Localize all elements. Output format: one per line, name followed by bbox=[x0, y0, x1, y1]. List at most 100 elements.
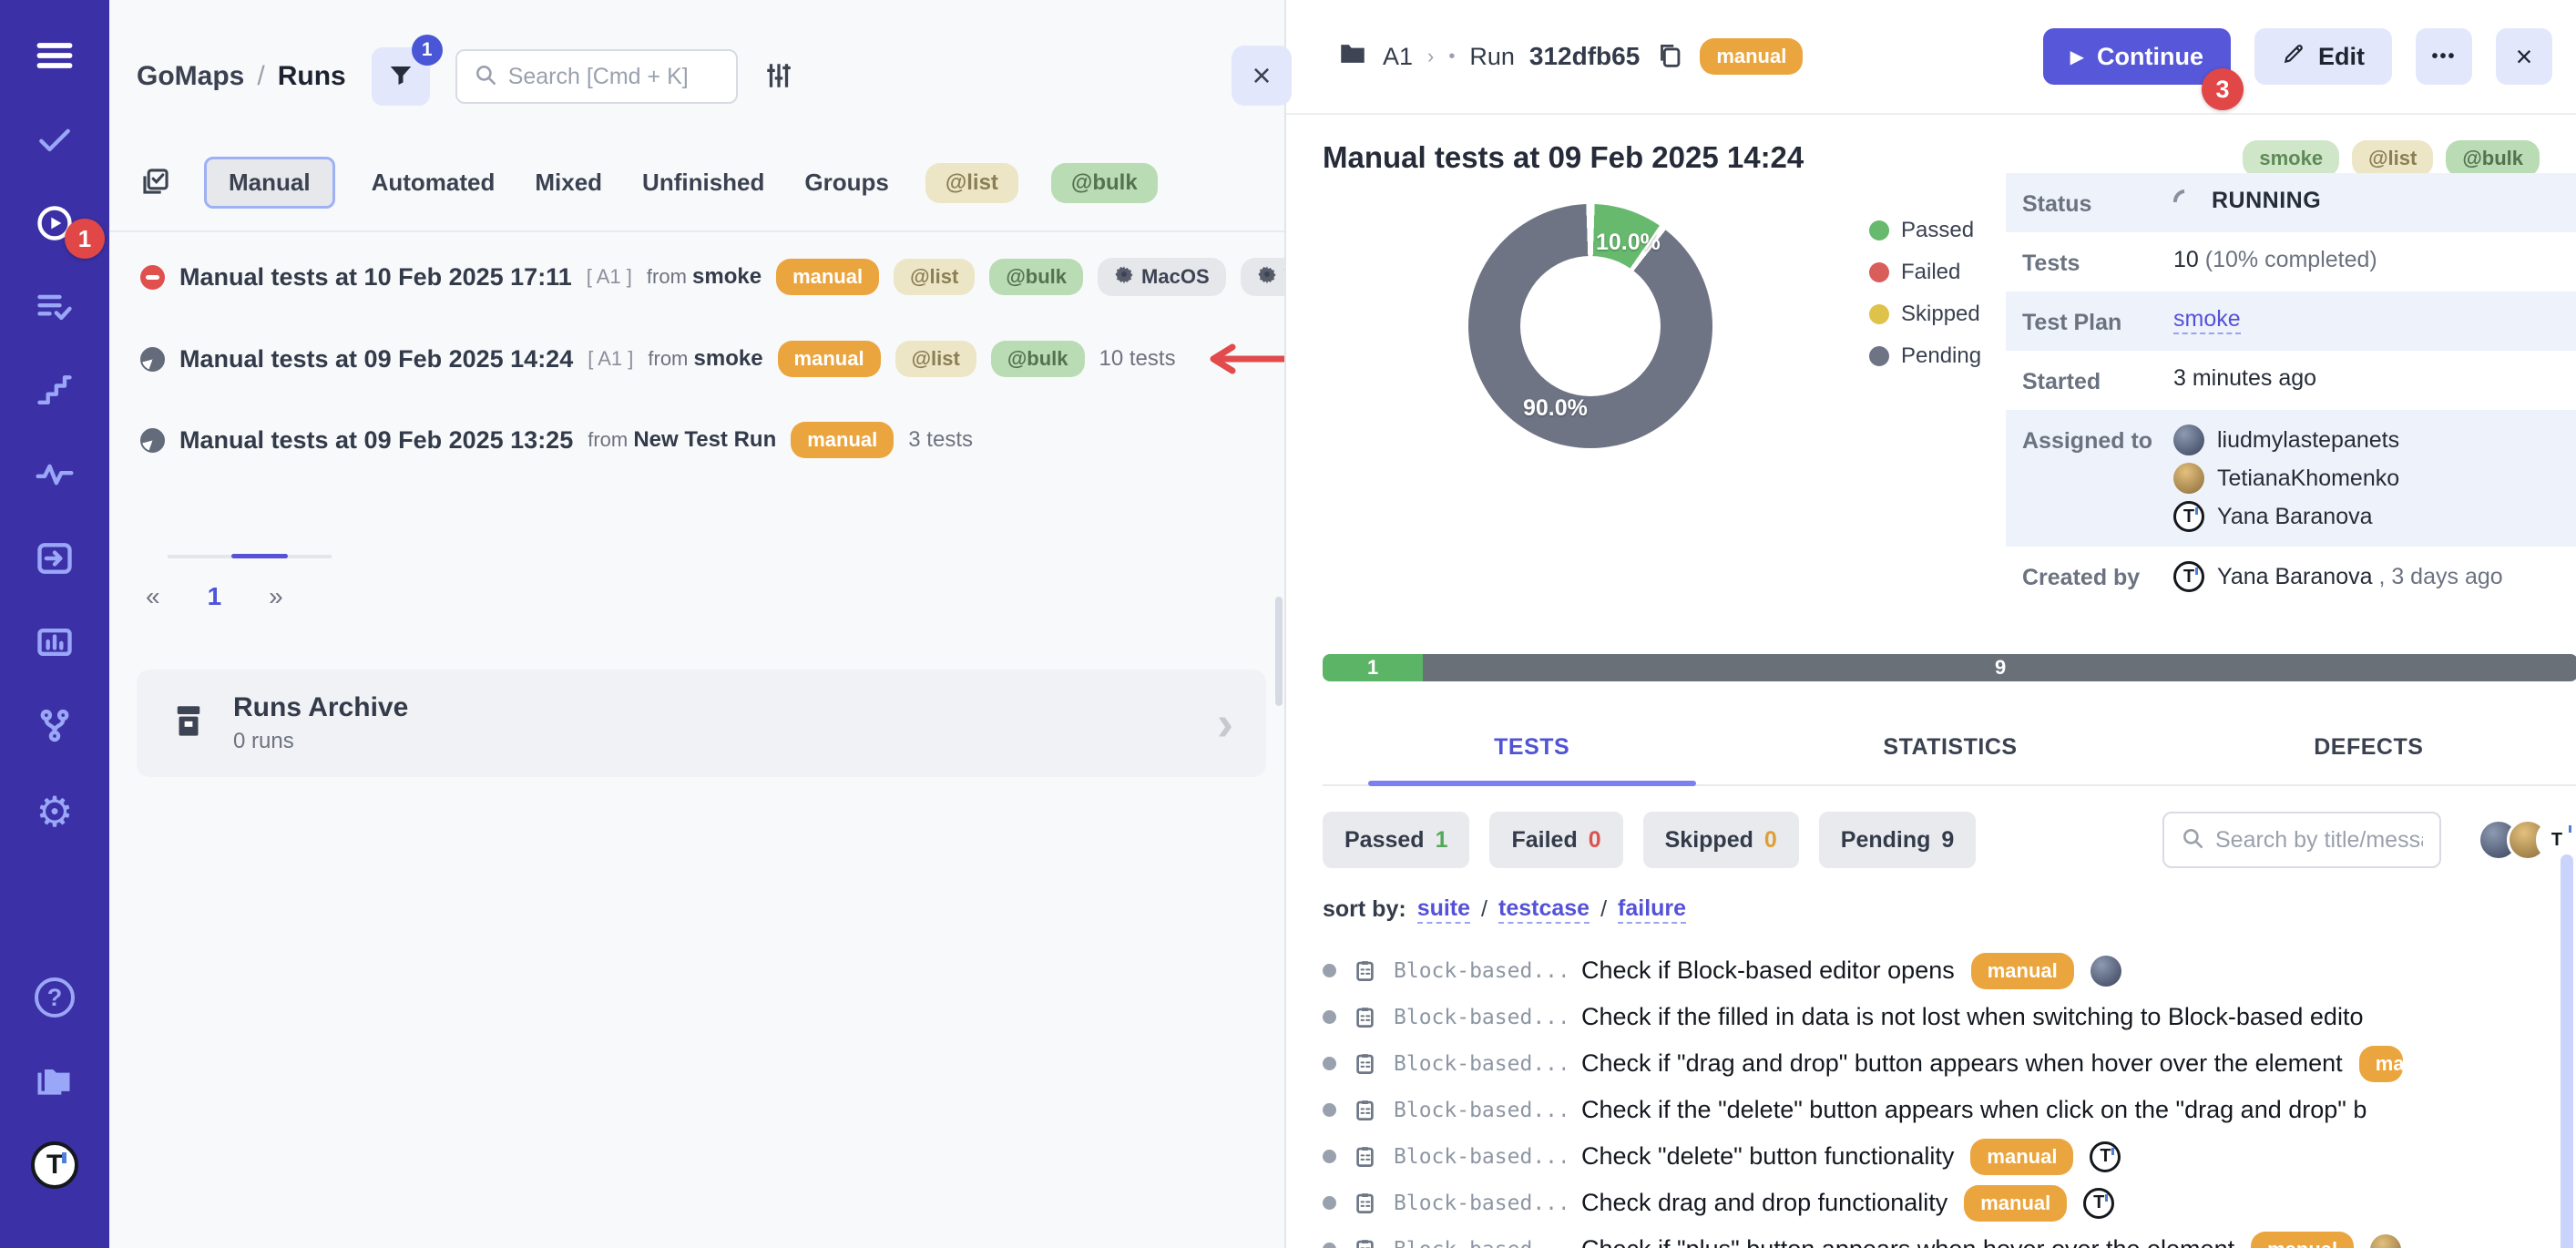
creator-name: Yana Baranova , 3 days ago bbox=[2217, 564, 2503, 590]
run-title: Manual tests at 09 Feb 2025 14:24 bbox=[1323, 140, 1804, 175]
test-row-2[interactable]: Block-based...Check if the filled in dat… bbox=[1323, 994, 2576, 1040]
test-row-4[interactable]: Block-based...Check if the "delete" butt… bbox=[1323, 1087, 2576, 1133]
runs-search-input[interactable] bbox=[508, 64, 720, 90]
close-left-panel-button[interactable]: × bbox=[1232, 46, 1292, 106]
filter-passed[interactable]: Passed1 bbox=[1323, 812, 1469, 868]
select-all-button[interactable] bbox=[140, 166, 171, 199]
crumb-suite[interactable]: A1 bbox=[1383, 43, 1413, 71]
sort-by-suite[interactable]: suite bbox=[1417, 895, 1470, 924]
assignee: TYana Baranova bbox=[2173, 501, 2399, 532]
archive-title: Runs Archive bbox=[233, 692, 408, 723]
archive-icon bbox=[169, 701, 208, 745]
detail-value: liudmylastepanetsTetianaKhomenkoTYana Ba… bbox=[2157, 425, 2399, 532]
badge-manual: manual bbox=[778, 341, 881, 377]
filter-skipped[interactable]: Skipped0 bbox=[1643, 812, 1799, 868]
test-row-3[interactable]: Block-based...Check if "drag and drop" b… bbox=[1323, 1040, 2576, 1087]
sidebar-item-integrations[interactable] bbox=[28, 701, 81, 754]
tag-chip-list[interactable]: @list bbox=[925, 163, 1018, 203]
tests-search-input[interactable] bbox=[2215, 827, 2423, 854]
run-row-3[interactable]: Manual tests at 09 Feb 2025 13:25from Ne… bbox=[140, 422, 1257, 458]
breadcrumb: GoMaps / Runs bbox=[137, 61, 346, 92]
filter-pending[interactable]: Pending9 bbox=[1819, 812, 1977, 868]
sidebar-item-menu[interactable] bbox=[28, 31, 81, 84]
sidebar-item-requirements[interactable] bbox=[28, 282, 81, 335]
sort-by-testcase[interactable]: testcase bbox=[1498, 895, 1590, 924]
runs-archive-card[interactable]: Runs Archive 0 runs › bbox=[137, 670, 1266, 777]
filter-count-badge: 1 bbox=[412, 35, 443, 66]
detail-text: 10 (10% completed) bbox=[2173, 247, 2377, 273]
test-plan-link[interactable]: smoke bbox=[2173, 306, 2241, 334]
help-icon: ? bbox=[35, 977, 75, 1018]
test-row-5[interactable]: Block-based...Check "delete" button func… bbox=[1323, 1133, 2576, 1180]
tab-automated[interactable]: Automated bbox=[368, 158, 499, 208]
sidebar-item-account[interactable]: T bbox=[28, 1139, 81, 1192]
sidebar-item-milestones[interactable] bbox=[28, 366, 81, 419]
filter-button[interactable]: 1 bbox=[372, 47, 430, 106]
assignee-avatar-stack[interactable]: T bbox=[2478, 819, 2576, 861]
pagination-page-1[interactable]: 1 bbox=[208, 582, 222, 611]
tab-tests[interactable]: TESTS bbox=[1323, 721, 1741, 784]
detail-value: smoke bbox=[2157, 306, 2241, 334]
tests-toolbar: Passed1 Failed 0 Skipped0 Pending9 T bbox=[1323, 812, 2576, 868]
copy-run-id-button[interactable] bbox=[1654, 40, 1685, 74]
test-row-7[interactable]: Block-based...Check if "plus" button app… bbox=[1323, 1226, 2576, 1248]
filter-label: Failed bbox=[1511, 827, 1577, 854]
sort-row: sort by: suite/testcase/failure bbox=[1323, 895, 2576, 924]
sidebar-item-settings[interactable]: ⚙ bbox=[28, 785, 81, 838]
tab-defects[interactable]: DEFECTS bbox=[2160, 721, 2576, 784]
sidebar-item-test-cases[interactable] bbox=[28, 115, 81, 168]
pagination-prev[interactable]: « bbox=[146, 582, 160, 611]
more-actions-button[interactable]: ••• bbox=[2416, 28, 2472, 85]
results-donut-chart: 10.0% 90.0% bbox=[1468, 204, 1712, 448]
legend-label: Failed bbox=[1901, 260, 1960, 285]
sidebar-item-runs[interactable]: 1 bbox=[28, 199, 81, 251]
sidebar-item-help[interactable]: ? bbox=[28, 971, 81, 1024]
test-row-6[interactable]: Block-based...Check drag and drop functi… bbox=[1323, 1180, 2576, 1226]
run-from: from smoke bbox=[648, 346, 762, 372]
sidebar-item-projects[interactable] bbox=[28, 1055, 81, 1108]
tab-mixed[interactable]: Mixed bbox=[531, 158, 606, 208]
view-settings-button[interactable] bbox=[763, 60, 794, 94]
tag-chip-bulk[interactable]: @bulk bbox=[1051, 163, 1158, 203]
continue-button[interactable]: ▶ Continue 3 bbox=[2043, 28, 2231, 85]
sort-by-failure[interactable]: failure bbox=[1618, 895, 1686, 924]
badge-@bulk: @bulk bbox=[991, 341, 1085, 377]
run-row-2[interactable]: Manual tests at 09 Feb 2025 14:24[ A1 ]f… bbox=[140, 338, 1257, 380]
steps-icon bbox=[35, 371, 75, 415]
breadcrumb-project[interactable]: GoMaps bbox=[137, 61, 244, 92]
filter-failed[interactable]: Failed 0 bbox=[1489, 812, 1622, 868]
tab-statistics[interactable]: STATISTICS bbox=[1741, 721, 2159, 784]
legend-item-passed: Passed bbox=[1869, 218, 1981, 243]
test-row-1[interactable]: Block-based...Check if Block-based edito… bbox=[1323, 947, 2576, 994]
sidebar-item-imports[interactable] bbox=[28, 534, 81, 587]
assignee: liudmylastepanets bbox=[2173, 425, 2399, 455]
donut-passed-label: 10.0% bbox=[1596, 230, 1661, 256]
test-title: Check if the "delete" button appears whe… bbox=[1581, 1096, 2366, 1124]
filter-count: 0 bbox=[1589, 827, 1601, 854]
close-run-detail-button[interactable]: × bbox=[2496, 28, 2552, 85]
test-suite-name: Block-based... bbox=[1394, 959, 1565, 983]
sidebar-item-reports[interactable] bbox=[28, 618, 81, 670]
gear-icon bbox=[1114, 264, 1134, 290]
run-detail-tabs: TESTSSTATISTICSDEFECTS bbox=[1323, 721, 2576, 786]
sidebar-item-activity[interactable] bbox=[28, 450, 81, 503]
tab-unfinished[interactable]: Unfinished bbox=[639, 158, 768, 208]
tetiana-avatar bbox=[2370, 1234, 2401, 1248]
badge-label: @list bbox=[910, 265, 958, 289]
tests-scrollbar[interactable] bbox=[2561, 854, 2573, 1248]
tab-manual[interactable]: Manual bbox=[204, 157, 335, 209]
pagination-thumb[interactable] bbox=[231, 554, 288, 558]
detail-row-tests: Tests10 (10% completed) bbox=[2006, 232, 2576, 292]
running-status-icon bbox=[140, 428, 165, 453]
left-panel-scrollbar[interactable] bbox=[1275, 597, 1283, 706]
run-tag-smoke: smoke bbox=[2243, 140, 2339, 177]
donut-pending-label: 90.0% bbox=[1523, 395, 1588, 422]
pagination-next[interactable]: » bbox=[269, 582, 283, 611]
tab-groups[interactable]: Groups bbox=[801, 158, 892, 208]
runs-header: GoMaps / Runs 1 bbox=[109, 0, 1284, 106]
skipped-dot bbox=[1869, 304, 1889, 324]
run-title: Manual tests at 09 Feb 2025 14:24 bbox=[179, 345, 573, 373]
edit-button[interactable]: Edit bbox=[2254, 28, 2392, 85]
run-row-1[interactable]: Manual tests at 10 Feb 2025 17:11[ A1 ]f… bbox=[140, 258, 1257, 296]
test-type-badge: manual bbox=[1970, 1139, 2073, 1175]
